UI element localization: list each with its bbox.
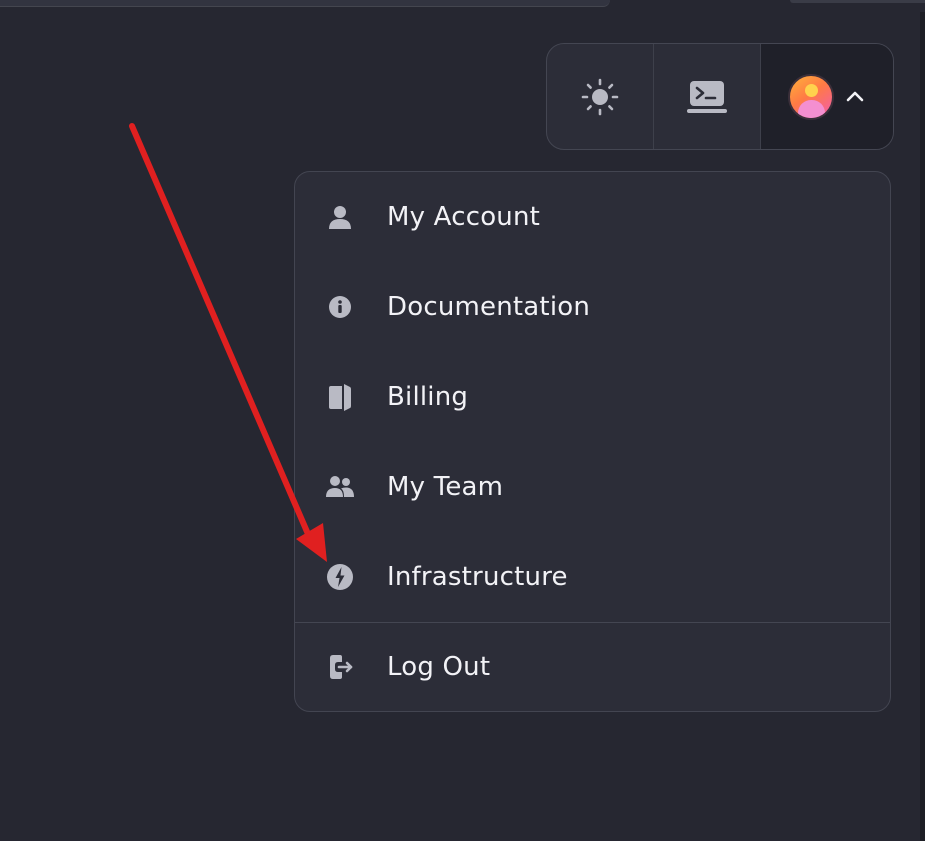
menu-item-my-account[interactable]: My Account — [295, 172, 890, 262]
profile-dropdown-menu: My Account Documentation Billing My Team… — [294, 171, 891, 712]
user-icon — [295, 204, 385, 230]
user-avatar — [788, 73, 834, 120]
terminal-icon — [687, 80, 727, 113]
bolt-icon — [295, 563, 385, 591]
menu-item-label: Documentation — [387, 292, 591, 322]
scrollbar-track — [920, 12, 925, 841]
logout-icon — [295, 653, 385, 681]
profile-menu-button[interactable] — [761, 44, 893, 149]
theme-toggle-button[interactable] — [547, 44, 654, 149]
menu-item-label: Log Out — [387, 652, 491, 682]
menu-item-label: My Team — [387, 472, 504, 502]
wallet-icon — [295, 383, 385, 411]
chevron-up-icon — [846, 91, 864, 101]
avatar-head — [805, 83, 818, 97]
team-icon — [295, 474, 385, 500]
menu-item-documentation[interactable]: Documentation — [295, 262, 890, 352]
header-toolbar — [546, 43, 894, 150]
menu-item-infrastructure[interactable]: Infrastructure — [295, 532, 890, 622]
avatar-torso — [798, 99, 825, 118]
info-icon — [295, 294, 385, 320]
menu-item-label: Billing — [387, 382, 469, 412]
menu-item-label: My Account — [387, 202, 541, 232]
menu-item-log-out[interactable]: Log Out — [295, 623, 890, 711]
menu-item-billing[interactable]: Billing — [295, 352, 890, 442]
browser-top-bar-right — [790, 0, 925, 3]
console-button[interactable] — [654, 44, 761, 149]
sun-icon — [581, 78, 619, 115]
menu-item-label: Infrastructure — [387, 562, 568, 592]
menu-item-my-team[interactable]: My Team — [295, 442, 890, 532]
browser-top-bar — [0, 0, 610, 7]
